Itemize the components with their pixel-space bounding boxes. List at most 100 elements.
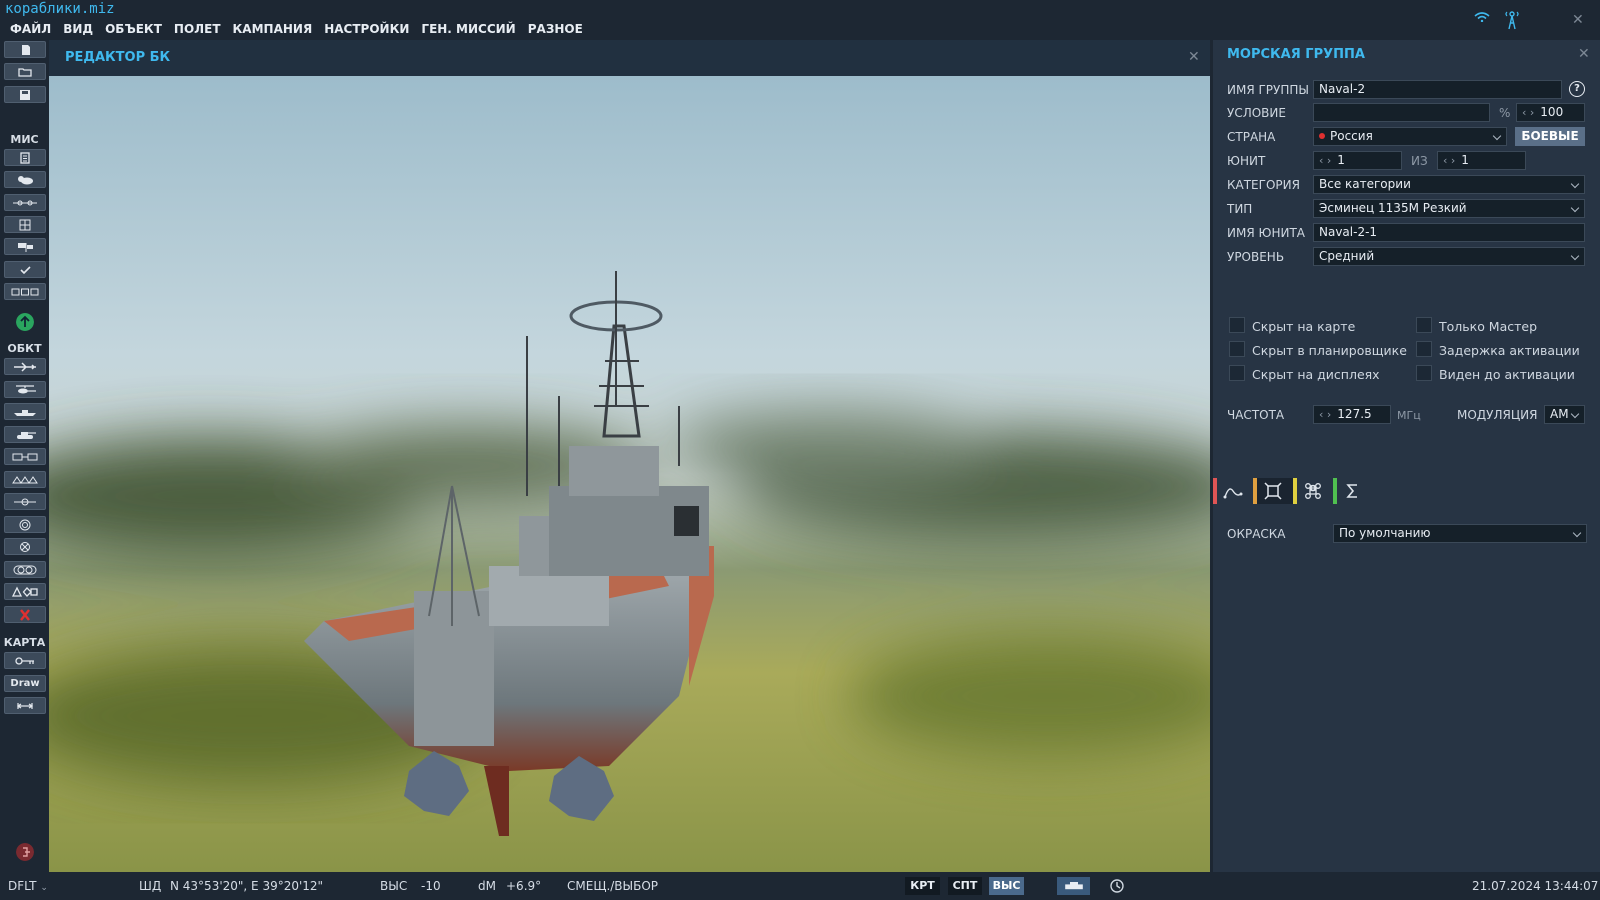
new-mission-button[interactable] bbox=[4, 41, 46, 58]
spinner-arrows-icon[interactable]: ‹ › bbox=[1319, 154, 1331, 167]
flags-button[interactable] bbox=[4, 238, 46, 255]
coordinate-label: ШД bbox=[139, 879, 162, 893]
goals-button[interactable] bbox=[4, 261, 46, 278]
altitude-label: ВЫС bbox=[380, 879, 408, 893]
profile-select[interactable]: DFLT ⌄ bbox=[8, 879, 48, 893]
unit-spinner[interactable]: ‹ › 1 bbox=[1313, 151, 1402, 170]
draw-button[interactable]: Draw bbox=[4, 675, 46, 692]
frequency-label: ЧАСТОТА bbox=[1227, 408, 1285, 422]
vehicle-view-button[interactable] bbox=[1057, 877, 1090, 895]
tab-route-marker bbox=[1213, 478, 1217, 504]
delete-object-button[interactable] bbox=[4, 606, 46, 623]
menu-misc[interactable]: РАЗНОЕ bbox=[522, 20, 589, 40]
add-static-button[interactable] bbox=[4, 448, 46, 465]
close-window-icon[interactable]: ✕ bbox=[1572, 12, 1584, 28]
edit-mode-label: СМЕЩ./ВЫБОР bbox=[567, 879, 659, 893]
fly-mission-icon[interactable] bbox=[16, 313, 34, 331]
close-panel-icon[interactable]: ✕ bbox=[1578, 46, 1590, 62]
add-template-button[interactable] bbox=[4, 471, 46, 488]
late-activation-label: Задержка активации bbox=[1439, 343, 1580, 358]
trigger-line-icon bbox=[13, 200, 37, 205]
help-icon[interactable]: ? bbox=[1569, 81, 1585, 97]
tab-payload[interactable] bbox=[1253, 478, 1293, 504]
altitude-layer-button[interactable]: ВЫС bbox=[989, 877, 1024, 895]
vehicle-icon bbox=[1064, 882, 1083, 890]
open-mission-button[interactable] bbox=[4, 63, 46, 80]
radio-tower-icon[interactable] bbox=[1505, 10, 1519, 30]
type-select[interactable]: Эсминец 1135М Резкий bbox=[1313, 199, 1585, 218]
livery-select[interactable]: По умолчанию bbox=[1333, 524, 1587, 543]
ruler-button[interactable] bbox=[4, 697, 46, 714]
tab-actions-marker bbox=[1293, 478, 1297, 504]
combat-button[interactable]: БОЕВЫЕ bbox=[1515, 127, 1585, 146]
late-activation-checkbox[interactable] bbox=[1416, 341, 1432, 357]
3d-model-viewport[interactable] bbox=[49, 76, 1210, 872]
add-shapes-button[interactable] bbox=[4, 583, 46, 600]
mission-time-button[interactable] bbox=[1103, 877, 1131, 895]
weather-cloud-icon bbox=[18, 175, 33, 184]
spinner-arrows-icon[interactable]: ‹ › bbox=[1319, 408, 1331, 421]
altitude-value: -10 bbox=[421, 879, 441, 893]
exit-icon[interactable] bbox=[16, 843, 34, 861]
add-group-button[interactable] bbox=[4, 561, 46, 578]
menu-campaign[interactable]: КАМПАНИЯ bbox=[227, 20, 319, 40]
hidden-in-planner-checkbox[interactable] bbox=[1229, 341, 1245, 357]
add-ship-button[interactable] bbox=[4, 403, 46, 420]
level-select[interactable]: Средний bbox=[1313, 247, 1585, 266]
map-options-button[interactable] bbox=[4, 652, 46, 669]
wifi-icon[interactable] bbox=[1474, 12, 1490, 22]
save-mission-button[interactable] bbox=[4, 86, 46, 103]
zone-button[interactable] bbox=[4, 216, 46, 233]
group-name-input[interactable]: Naval-2 bbox=[1313, 80, 1562, 99]
menu-view[interactable]: ВИД bbox=[57, 20, 99, 40]
menu-settings[interactable]: НАСТРОЙКИ bbox=[318, 20, 415, 40]
satellite-layer-button[interactable]: СПТ bbox=[948, 877, 982, 895]
condition-input[interactable] bbox=[1313, 103, 1490, 122]
close-editor-icon[interactable]: ✕ bbox=[1188, 49, 1200, 65]
hidden-on-displays-label: Скрыт на дисплеях bbox=[1252, 367, 1380, 382]
modulation-select[interactable]: AM bbox=[1544, 405, 1585, 424]
probability-spinner[interactable]: ‹ › 100 bbox=[1516, 103, 1585, 122]
tab-route[interactable] bbox=[1213, 478, 1253, 504]
add-helicopter-button[interactable] bbox=[4, 381, 46, 398]
hidden-on-displays-checkbox[interactable] bbox=[1229, 365, 1245, 381]
percent-label: % bbox=[1499, 106, 1511, 120]
group-name-label: ИМЯ ГРУППЫ bbox=[1227, 83, 1309, 97]
briefing-button[interactable] bbox=[4, 149, 46, 166]
unit-tabs bbox=[1213, 478, 1373, 504]
add-nav-point-button[interactable] bbox=[4, 516, 46, 533]
menu-object[interactable]: ОБЪЕКТ bbox=[99, 20, 168, 40]
tab-summary[interactable] bbox=[1333, 478, 1373, 504]
add-bullseye-button[interactable] bbox=[4, 538, 46, 555]
save-icon bbox=[20, 89, 30, 100]
tank-icon bbox=[17, 431, 36, 439]
unit-name-input[interactable]: Naval-2-1 bbox=[1313, 223, 1585, 242]
tab-triggered-actions[interactable] bbox=[1293, 478, 1333, 504]
map-layer-button[interactable]: КРТ bbox=[905, 877, 940, 895]
triggers-button[interactable] bbox=[4, 194, 46, 211]
menu-flight[interactable]: ПОЛЕТ bbox=[168, 20, 227, 40]
category-select[interactable]: Все категории bbox=[1313, 175, 1585, 194]
condition-label: УСЛОВИЕ bbox=[1227, 106, 1286, 120]
coalition-button[interactable] bbox=[4, 283, 46, 300]
menu-mission-generator[interactable]: ГЕН. МИССИЙ bbox=[415, 20, 521, 40]
add-plane-button[interactable] bbox=[4, 358, 46, 375]
add-trigger-zone-button[interactable] bbox=[4, 493, 46, 510]
unit-total-spinner[interactable]: ‹ › 1 bbox=[1437, 151, 1526, 170]
visible-before-activation-checkbox[interactable] bbox=[1416, 365, 1432, 381]
spinner-arrows-icon[interactable]: ‹ › bbox=[1443, 154, 1455, 167]
frequency-spinner[interactable]: ‹ › 127.5 bbox=[1313, 405, 1391, 424]
weather-button[interactable] bbox=[4, 171, 46, 188]
add-vehicle-button[interactable] bbox=[4, 426, 46, 443]
waypoint-icon bbox=[14, 498, 36, 505]
editor-title: РЕДАКТОР БК bbox=[65, 50, 171, 65]
hidden-on-map-checkbox[interactable] bbox=[1229, 317, 1245, 333]
spinner-arrows-icon[interactable]: ‹ › bbox=[1522, 106, 1534, 119]
payload-icon bbox=[1264, 482, 1282, 500]
country-select[interactable]: Россия bbox=[1313, 127, 1507, 146]
menu-file[interactable]: ФАЙЛ bbox=[4, 20, 57, 40]
title-bar: кораблики.miz ✕ bbox=[0, 0, 1600, 30]
static-object-icon bbox=[12, 453, 38, 460]
master-only-checkbox[interactable] bbox=[1416, 317, 1432, 333]
status-bar: DFLT ⌄ ШД N 43°53'20", E 39°20'12" ВЫС -… bbox=[0, 872, 1600, 900]
